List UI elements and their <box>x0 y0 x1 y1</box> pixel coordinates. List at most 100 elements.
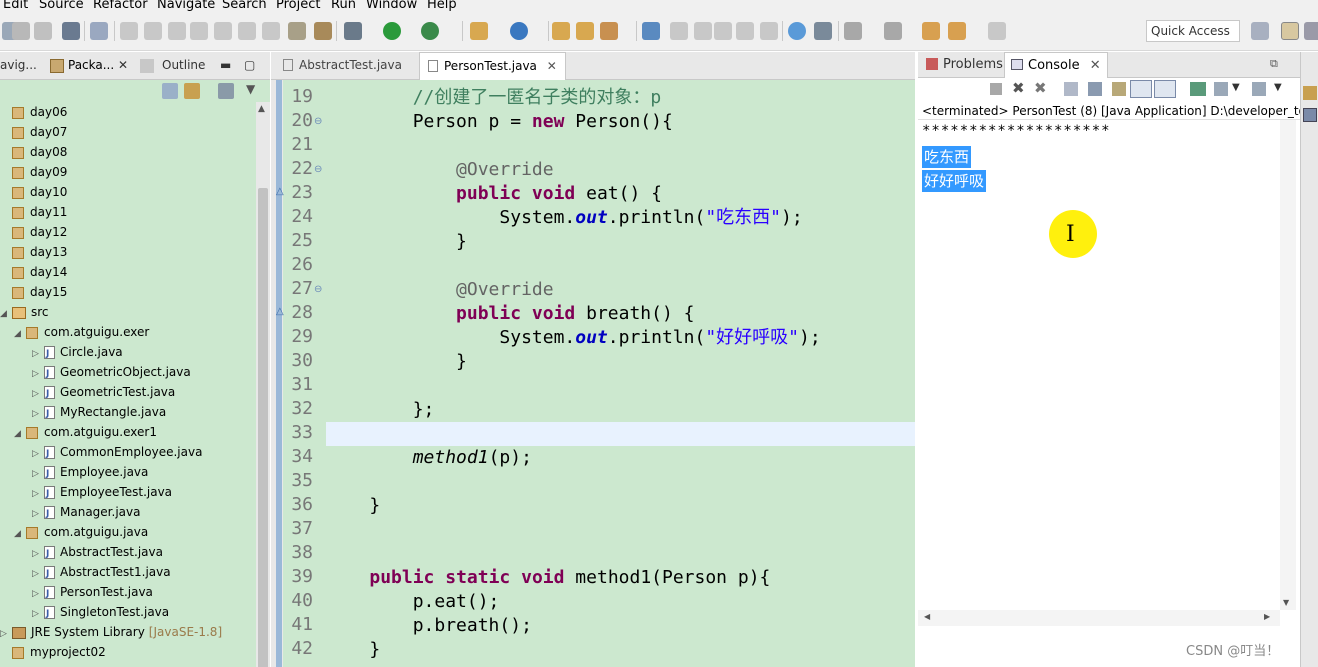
tree-item[interactable]: ◢ com.atguigu.exer1 <box>14 422 157 442</box>
back-nav-icon[interactable] <box>948 22 966 40</box>
tree-item[interactable]: ▷ GeometricTest.java <box>32 382 175 404</box>
collapsed-arrow-icon[interactable]: ▷ <box>32 564 44 584</box>
show-whitespace-icon[interactable] <box>736 22 754 40</box>
tree-item[interactable]: ▷ Circle.java <box>32 342 123 364</box>
open-task-icon[interactable] <box>576 22 594 40</box>
tree-item[interactable]: ▷ Employee.java <box>32 462 148 484</box>
search-icon[interactable] <box>600 22 618 40</box>
code-area[interactable]: //创建了一匿名子类的对象：p Person p = new Person(){… <box>326 80 915 667</box>
resume-icon[interactable] <box>120 22 138 40</box>
menu-search[interactable]: Search <box>222 0 267 12</box>
expanded-arrow-icon[interactable]: ◢ <box>14 524 26 544</box>
tree-item[interactable]: ▷ AbstractTest1.java <box>32 562 171 584</box>
coverage-icon[interactable] <box>421 22 439 40</box>
scroll-down-icon[interactable]: ▼ <box>1283 598 1289 607</box>
link-with-editor-icon[interactable] <box>184 83 200 99</box>
fold-icon[interactable]: ⊖ <box>314 284 322 295</box>
open-perspective-icon[interactable] <box>1251 22 1269 40</box>
collapsed-arrow-icon[interactable]: ▷ <box>32 344 44 364</box>
disconnect-icon[interactable] <box>190 22 208 40</box>
collapsed-arrow-icon[interactable]: ▷ <box>32 604 44 624</box>
outline-view-icon[interactable] <box>1303 108 1317 122</box>
remove-launch-icon[interactable]: ✖ <box>1012 79 1025 97</box>
remove-all-icon[interactable]: ✖ <box>1034 79 1047 97</box>
terminate-icon[interactable] <box>990 83 1002 95</box>
debug-icon[interactable] <box>344 22 362 40</box>
tab-outline[interactable]: Outline <box>162 58 205 72</box>
drop-to-frame-icon[interactable] <box>288 22 306 40</box>
tree-item[interactable]: day15 <box>0 282 67 302</box>
left-scrollbar-thumb[interactable] <box>258 188 268 667</box>
tab-package-explorer[interactable]: Packa... <box>68 58 114 72</box>
task-list-icon[interactable] <box>1303 86 1317 100</box>
step-return-icon[interactable] <box>262 22 280 40</box>
back-icon[interactable] <box>922 22 940 40</box>
expanded-arrow-icon[interactable]: ◢ <box>0 304 12 324</box>
last-edit-icon[interactable] <box>844 22 862 40</box>
tree-item[interactable]: day08 <box>0 142 67 162</box>
tree-item[interactable]: ▷ PersonTest.java <box>32 582 153 604</box>
clear-console-icon[interactable] <box>1064 82 1078 96</box>
menu-window[interactable]: Window <box>366 0 417 12</box>
collapse-all-icon[interactable] <box>162 83 178 99</box>
console-horizontal-scrollbar[interactable]: ◀ ▶ <box>918 610 1280 626</box>
step-into-icon[interactable] <box>214 22 232 40</box>
display-console-icon[interactable] <box>1214 82 1228 96</box>
collapsed-arrow-icon[interactable]: ▷ <box>32 464 44 484</box>
tree-item[interactable]: ▷ CommonEmployee.java <box>32 442 202 464</box>
save-icon[interactable] <box>12 22 30 40</box>
tab-problems[interactable]: Problems <box>920 52 1009 78</box>
new-java-project-icon[interactable] <box>470 22 488 40</box>
toggle-mark-icon[interactable] <box>714 22 732 40</box>
tree-item[interactable]: myproject02 <box>0 642 106 662</box>
collapsed-arrow-icon[interactable]: ▷ <box>32 364 44 384</box>
save-all-icon[interactable] <box>34 22 52 40</box>
scroll-up-icon[interactable]: ▲ <box>258 104 265 114</box>
focus-icon[interactable] <box>218 83 234 99</box>
tree-item[interactable]: day06 <box>0 102 67 122</box>
toggle-breadcrumb-icon[interactable] <box>90 22 108 40</box>
tree-item[interactable]: ◢ src <box>0 302 49 322</box>
expanded-arrow-icon[interactable]: ◢ <box>14 424 26 444</box>
new-java-class-icon[interactable] <box>510 22 528 40</box>
next-annotation-icon[interactable] <box>694 22 712 40</box>
collapsed-arrow-icon[interactable]: ▷ <box>32 384 44 404</box>
collapsed-arrow-icon[interactable]: ▷ <box>32 444 44 464</box>
collapsed-arrow-icon[interactable]: ▷ <box>32 584 44 604</box>
tree-item[interactable]: ◢ com.atguigu.exer <box>14 322 149 342</box>
tab-navigator[interactable]: avig... <box>0 58 37 72</box>
close-tab-icon[interactable]: ✕ <box>547 59 557 73</box>
left-scrollbar[interactable]: ▲ <box>256 102 270 667</box>
tab-abstracttest[interactable]: AbstractTest.java <box>275 52 410 80</box>
print-icon[interactable] <box>62 22 80 40</box>
minimize-icon[interactable]: ▬ <box>220 58 231 72</box>
server-icon[interactable] <box>814 22 832 40</box>
tree-item[interactable]: ▷ GeometricObject.java <box>32 362 191 384</box>
close-icon[interactable]: ✕ <box>118 58 128 72</box>
forward-icon[interactable] <box>988 22 1006 40</box>
console-output[interactable]: ******************** 吃东西 好好呼吸 <box>918 120 1280 610</box>
tree-item[interactable]: ▷ AbstractTest.java <box>32 542 163 564</box>
fold-icon[interactable]: ⊖ <box>314 164 322 175</box>
menu-refactor[interactable]: Refactor <box>93 0 148 12</box>
menu-source[interactable]: Source <box>39 0 84 12</box>
display-console-dropdown-icon[interactable]: ▼ <box>1232 82 1240 93</box>
collapsed-arrow-icon[interactable]: ▷ <box>0 624 12 644</box>
menu-help[interactable]: Help <box>427 0 457 12</box>
tree-item[interactable]: ▷ MyRectangle.java <box>32 402 166 424</box>
globe-icon[interactable] <box>788 22 806 40</box>
tree-item[interactable]: ▷ EmployeeTest.java <box>32 482 172 504</box>
run-icon[interactable] <box>383 22 401 40</box>
use-step-filters-icon[interactable] <box>314 22 332 40</box>
scroll-right-icon[interactable]: ▶ <box>1264 612 1270 621</box>
show-stdout-icon[interactable] <box>1130 80 1152 98</box>
tab-console[interactable]: Console ✕ <box>1004 52 1108 78</box>
tree-item[interactable]: ▷ Manager.java <box>32 502 140 524</box>
quick-access-input[interactable]: Quick Access <box>1146 20 1240 42</box>
restore-icon[interactable]: ⧉ <box>1270 57 1278 71</box>
tree-item[interactable]: day14 <box>0 262 67 282</box>
collapsed-arrow-icon[interactable]: ▷ <box>32 484 44 504</box>
scroll-left-icon[interactable]: ◀ <box>924 612 930 621</box>
code-editor[interactable]: 19 20 ⊖ 21 22 ⊖ 23 △ 24 25 26 27 ⊖ 28 △ 29 30 31 32 33 34 35 3… <box>271 80 915 667</box>
tree-item[interactable]: ▷ JRE System Library [JavaSE-1.8] <box>0 622 222 642</box>
